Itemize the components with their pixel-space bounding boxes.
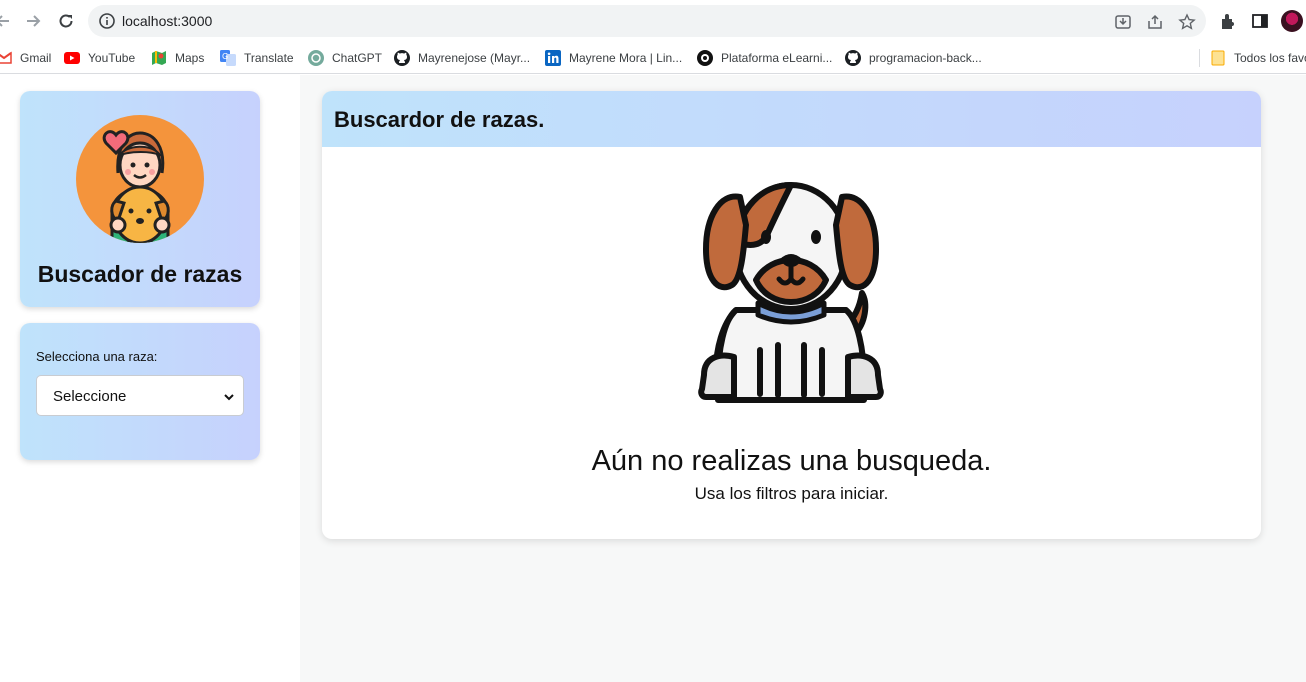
bookmark-maps[interactable]: Maps	[151, 48, 204, 68]
bookmark-linkedin[interactable]: Mayrene Mora | Lin...	[545, 48, 682, 68]
profile-avatar[interactable]	[1281, 10, 1303, 32]
maps-icon	[151, 50, 167, 66]
app-page: Buscador de razas Selecciona una raza: S…	[0, 75, 1306, 682]
profile-card: Buscador de razas	[20, 91, 260, 307]
filter-card: Selecciona una raza: Seleccione	[20, 323, 260, 460]
bookmark-elearning[interactable]: Plataforma eLearni...	[697, 48, 832, 68]
bookmarks-bar: Gmail YouTube Maps G Translate ChatGPT M…	[0, 42, 1306, 74]
main-content: Buscardor de razas. Aún no realizas una …	[300, 75, 1306, 682]
brand-title: Buscador de razas	[37, 261, 243, 287]
bookmark-chatgpt[interactable]: ChatGPT	[308, 48, 382, 68]
sidebar: Buscador de razas Selecciona una raza: S…	[0, 75, 300, 682]
bookmark-translate[interactable]: G Translate	[220, 48, 294, 68]
forward-icon[interactable]	[22, 10, 44, 32]
empty-state-title: Aún no realizas una busqueda.	[591, 445, 992, 477]
extensions-icon[interactable]	[1218, 11, 1238, 31]
bookmarks-divider	[1199, 49, 1200, 67]
translate-icon: G	[220, 50, 236, 66]
github-icon	[845, 50, 861, 66]
bookmark-gmail[interactable]: Gmail	[0, 48, 51, 68]
chevron-down-icon	[223, 390, 235, 402]
results-card: Buscardor de razas. Aún no realizas una …	[322, 91, 1261, 539]
side-panel-icon[interactable]	[1250, 11, 1270, 31]
linkedin-icon	[545, 50, 561, 66]
reload-icon[interactable]	[55, 10, 77, 32]
browser-toolbar: localhost:3000	[0, 0, 1306, 42]
results-header: Buscardor de razas.	[322, 91, 1261, 147]
gmail-icon	[0, 50, 12, 66]
address-bar[interactable]: localhost:3000	[88, 5, 1206, 37]
site-info-icon[interactable]	[98, 12, 116, 30]
chatgpt-icon	[308, 50, 324, 66]
breed-select-label: Selecciona una raza:	[36, 349, 158, 364]
youtube-icon	[64, 50, 80, 66]
bookmark-star-icon[interactable]	[1178, 13, 1196, 31]
girl-with-dog-avatar	[76, 115, 204, 243]
elearning-icon	[697, 50, 713, 66]
results-title: Buscardor de razas.	[334, 107, 545, 132]
bookmark-github-profile[interactable]: Mayrenejose (Mayr...	[394, 48, 530, 68]
url-text[interactable]: localhost:3000	[122, 13, 212, 29]
breed-select-value: Seleccione	[53, 388, 127, 405]
back-icon[interactable]	[0, 10, 14, 32]
bookmark-all-favorites[interactable]: Todos los favo	[1210, 48, 1306, 68]
dog-illustration-icon	[696, 175, 886, 405]
breed-select[interactable]: Seleccione	[36, 375, 244, 416]
github-icon	[394, 50, 410, 66]
share-icon[interactable]	[1146, 13, 1164, 31]
empty-state-subtitle: Usa los filtros para iniciar.	[694, 484, 889, 503]
svg-text:G: G	[222, 52, 228, 61]
folder-icon	[1210, 50, 1226, 66]
bookmark-github-repo[interactable]: programacion-back...	[845, 48, 982, 68]
bookmark-youtube[interactable]: YouTube	[64, 48, 135, 68]
install-icon[interactable]	[1114, 13, 1132, 31]
